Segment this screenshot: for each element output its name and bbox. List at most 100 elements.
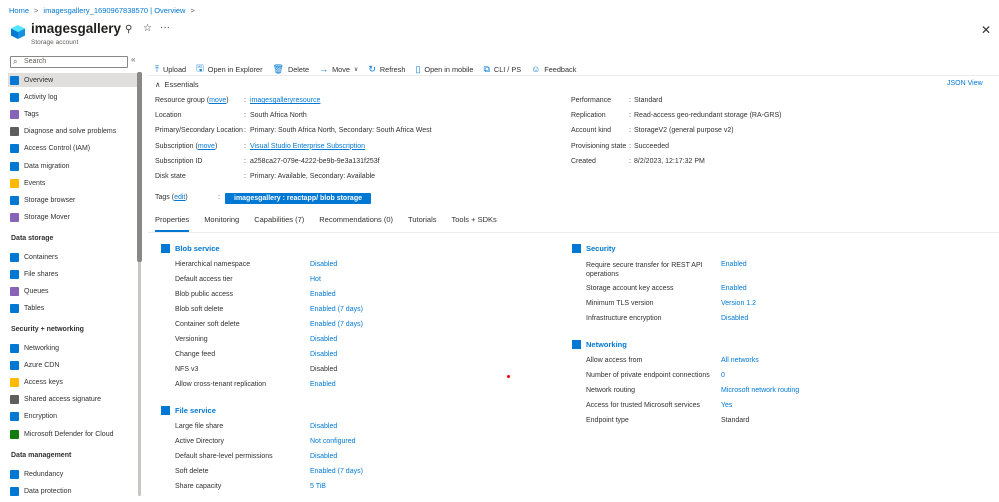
property-label: Hierarchical namespace xyxy=(175,261,251,268)
essentials-value: Succeeded xyxy=(634,142,670,150)
refresh-label: Refresh xyxy=(379,64,406,74)
property-value[interactable]: Disabled xyxy=(310,336,337,343)
essentials-value[interactable]: imagesgalleryresource xyxy=(250,97,320,104)
property-value[interactable]: Disabled xyxy=(721,315,748,322)
close-icon[interactable]: ✕ xyxy=(981,23,991,37)
property-value[interactable]: Disabled xyxy=(310,423,337,430)
sidebar-item-tags[interactable]: Tags xyxy=(8,107,138,121)
terminal-icon: ⧉ xyxy=(483,63,490,74)
link-icon xyxy=(10,395,19,405)
cursor-dot xyxy=(507,375,510,378)
property-label: Access for trusted Microsoft services xyxy=(586,402,700,409)
essentials-label: Performance xyxy=(571,97,612,104)
colon: : xyxy=(629,97,631,104)
property-value[interactable]: Enabled (7 days) xyxy=(310,468,363,475)
sidebar-section-header: Security + networking xyxy=(11,326,84,333)
colon: : xyxy=(629,112,631,120)
sidebar-item-data-protection[interactable]: Data protection xyxy=(8,484,138,498)
json-view-link[interactable]: JSON View xyxy=(947,80,983,87)
networking-header: Networking xyxy=(572,340,627,349)
sidebar-item-access-control-iam[interactable]: Access Control (IAM) xyxy=(8,142,138,156)
sidebar-item-label: Queues xyxy=(24,287,49,295)
property-value[interactable]: Enabled xyxy=(310,291,336,298)
property-value[interactable]: Disabled xyxy=(310,261,337,268)
tab-monitoring[interactable]: Monitoring xyxy=(204,215,239,232)
cli-ps-button[interactable]: ⧉ CLI / PS xyxy=(483,64,521,75)
refresh-icon: ↻ xyxy=(368,63,376,74)
delete-button[interactable]: 🗑 Delete xyxy=(273,64,310,75)
sidebar-item-containers[interactable]: Containers xyxy=(8,250,138,264)
breadcrumb-separator: > xyxy=(34,6,39,15)
sidebar-item-encryption[interactable]: Encryption xyxy=(8,410,138,424)
sidebar-item-events[interactable]: Events xyxy=(8,176,138,190)
sidebar-item-activity-log[interactable]: Activity log xyxy=(8,90,138,104)
sidebar-item-diagnose-and-solve-problems[interactable]: Diagnose and solve problems xyxy=(8,125,138,139)
property-value[interactable]: Disabled xyxy=(310,351,337,358)
upload-label: Upload xyxy=(162,64,187,74)
property-value[interactable]: Enabled xyxy=(721,261,747,268)
collapse-sidebar-icon[interactable]: « xyxy=(131,55,135,64)
property-value[interactable]: Enabled (7 days) xyxy=(310,321,363,328)
sidebar-item-storage-browser[interactable]: Storage browser xyxy=(8,193,138,207)
property-value[interactable]: Version 1.2 xyxy=(721,300,756,307)
open-in-mobile-button[interactable]: ▯ Open in mobile xyxy=(415,64,473,75)
chevron-up-icon: ∧ xyxy=(155,80,161,89)
sidebar-item-data-migration[interactable]: Data migration xyxy=(8,159,138,173)
sidebar-item-overview[interactable]: Overview xyxy=(8,73,138,87)
breadcrumb-resource[interactable]: imagesgallery_1690967838570 | Overview xyxy=(43,6,185,15)
sidebar-item-networking[interactable]: Networking xyxy=(8,341,138,355)
tags-edit-link[interactable]: edit xyxy=(174,194,185,201)
property-value[interactable]: Enabled (7 days) xyxy=(310,306,363,313)
move-link[interactable]: move xyxy=(209,97,226,104)
upload-button[interactable]: ⤒ Upload xyxy=(155,64,186,75)
property-value[interactable]: Yes xyxy=(721,402,732,409)
property-value[interactable]: Microsoft network routing xyxy=(721,387,799,394)
move-label: Move xyxy=(332,64,350,74)
property-value[interactable]: 5 TiB xyxy=(310,483,326,490)
property-label: Soft delete xyxy=(175,468,209,475)
breadcrumb-home[interactable]: Home xyxy=(9,6,29,15)
property-value[interactable]: Not configured xyxy=(310,438,356,445)
sidebar-item-file-shares[interactable]: File shares xyxy=(8,267,138,281)
sidebar-item-tables[interactable]: Tables xyxy=(8,302,138,316)
tag-pill[interactable]: imagesgallery : reactapp/ blob storage xyxy=(225,193,371,204)
sidebar-item-shared-access-signature[interactable]: Shared access signature xyxy=(8,393,138,407)
property-value[interactable]: All networks xyxy=(721,357,759,364)
tab-properties[interactable]: Properties xyxy=(155,215,190,232)
sidebar-item-azure-cdn[interactable]: Azure CDN xyxy=(8,358,138,372)
property-value[interactable]: Hot xyxy=(310,276,321,283)
refresh-button[interactable]: ↻ Refresh xyxy=(368,64,405,75)
essentials-label: Replication xyxy=(571,112,606,120)
property-value[interactable]: 0 xyxy=(721,372,725,379)
file-shares-icon xyxy=(10,269,19,279)
feedback-button[interactable]: ☺ Feedback xyxy=(531,64,576,74)
sidebar-item-access-keys[interactable]: Access keys xyxy=(8,375,138,389)
feedback-icon: ☺ xyxy=(531,64,541,74)
sidebar-item-queues[interactable]: Queues xyxy=(8,284,138,298)
move-button[interactable]: → Move ∨ xyxy=(319,64,358,74)
essentials-value: a258ca27-079e-4222-be9b-9e3a131f253f xyxy=(250,157,380,165)
pin-icon[interactable]: ⚲ xyxy=(125,24,132,35)
tab-tools-sdks[interactable]: Tools + SDKs xyxy=(452,215,497,232)
file-service-icon xyxy=(161,406,170,415)
sidebar-scrollbar-thumb[interactable] xyxy=(137,72,142,262)
sidebar-search-input[interactable]: Search xyxy=(10,56,128,68)
move-link[interactable]: move xyxy=(198,143,215,150)
sidebar-item-redundancy[interactable]: Redundancy xyxy=(8,467,138,481)
essentials-value[interactable]: Visual Studio Enterprise Subscription xyxy=(250,143,365,150)
property-label: Blob soft delete xyxy=(175,306,224,313)
property-value[interactable]: Disabled xyxy=(310,453,337,460)
breadcrumb: Home > imagesgallery_1690967838570 | Ove… xyxy=(9,6,195,15)
tab-capabilities-7[interactable]: Capabilities (7) xyxy=(254,215,304,232)
property-value[interactable]: Enabled xyxy=(310,381,336,388)
more-options-icon[interactable]: ··· xyxy=(160,22,170,33)
tab-recommendations-0[interactable]: Recommendations (0) xyxy=(319,215,393,232)
favorite-star-icon[interactable]: ☆ xyxy=(143,23,152,34)
tab-tutorials[interactable]: Tutorials xyxy=(408,215,436,232)
property-value[interactable]: Enabled xyxy=(721,285,747,292)
sidebar-item-label: Access Control (IAM) xyxy=(24,145,91,153)
sidebar-item-storage-mover[interactable]: Storage Mover xyxy=(8,211,138,225)
sidebar-item-microsoft-defender-for-cloud[interactable]: Microsoft Defender for Cloud xyxy=(8,427,138,441)
chevron-down-icon: ∨ xyxy=(353,66,359,73)
essentials-toggle[interactable]: ∧ Essentials xyxy=(155,80,199,89)
